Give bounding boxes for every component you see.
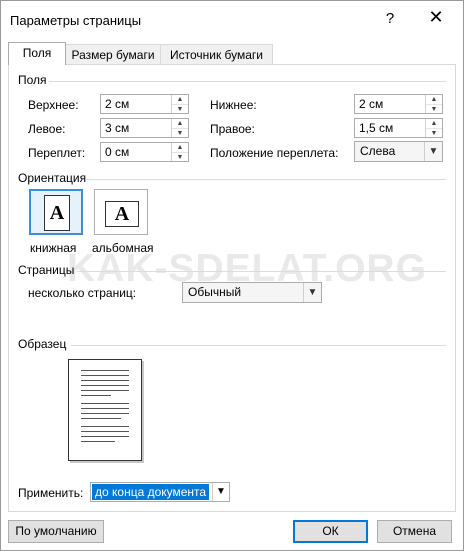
apply-to-value: до конца документа	[92, 484, 210, 500]
preview-line	[81, 375, 129, 376]
multiple-pages-select[interactable]: Обычный ▼	[182, 282, 322, 303]
tab-margins[interactable]: Поля	[8, 42, 66, 65]
multiple-pages-label: несколько страниц:	[28, 286, 137, 300]
left-margin-value: 3 см	[105, 121, 130, 135]
chevron-down-icon[interactable]: ▼	[212, 483, 229, 501]
chevron-down-icon[interactable]: ▼	[424, 142, 442, 161]
right-margin-spinner[interactable]: ▲ ▼	[425, 119, 442, 137]
right-margin-label: Правое:	[210, 122, 255, 136]
top-margin-spinner[interactable]: ▲ ▼	[171, 95, 188, 113]
preview-line	[81, 431, 129, 432]
portrait-page-icon: A	[44, 195, 70, 231]
preview-divider	[71, 345, 446, 346]
pages-divider	[77, 271, 446, 272]
portrait-label: книжная	[30, 241, 77, 255]
tab-paper-source[interactable]: Источник бумаги	[160, 44, 273, 65]
preview-line	[81, 441, 115, 442]
preview-line	[81, 395, 111, 396]
orientation-divider	[87, 179, 446, 180]
spin-up-icon[interactable]: ▲	[172, 95, 188, 104]
margins-divider	[49, 81, 446, 82]
landscape-button[interactable]: A	[94, 189, 148, 235]
gutter-position-select[interactable]: Слева ▼	[354, 141, 443, 162]
cancel-button[interactable]: Отмена	[377, 520, 452, 543]
multiple-pages-value: Обычный	[188, 285, 242, 299]
spin-down-icon[interactable]: ▼	[426, 128, 442, 138]
gutter-spinner[interactable]: ▲ ▼	[171, 143, 188, 161]
landscape-label: альбомная	[92, 241, 154, 255]
apply-to-label: Применить:	[18, 486, 84, 500]
spin-up-icon[interactable]: ▲	[172, 143, 188, 152]
bottom-margin-label: Нижнее:	[210, 98, 257, 112]
gutter-field[interactable]: 0 см ▲ ▼	[100, 142, 189, 162]
preview-page	[68, 359, 142, 461]
window-title: Параметры страницы	[10, 13, 142, 28]
spin-up-icon[interactable]: ▲	[426, 95, 442, 104]
left-margin-spinner[interactable]: ▲ ▼	[171, 119, 188, 137]
spin-down-icon[interactable]: ▼	[426, 104, 442, 114]
preview-line	[81, 385, 129, 386]
landscape-page-icon: A	[105, 201, 139, 227]
preview-line	[81, 390, 129, 391]
portrait-button[interactable]: A	[29, 189, 83, 235]
bottom-margin-field[interactable]: 2 см ▲ ▼	[354, 94, 443, 114]
left-margin-field[interactable]: 3 см ▲ ▼	[100, 118, 189, 138]
preview-section-label: Образец	[18, 337, 67, 351]
preview-line	[81, 418, 121, 419]
page-setup-dialog: Параметры страницы ? ✕ Поля Размер бумаг…	[0, 0, 464, 551]
preview-line	[81, 370, 129, 371]
preview-line	[81, 380, 129, 381]
preview-line	[81, 413, 129, 414]
title-bar: Параметры страницы ? ✕	[1, 1, 463, 37]
right-margin-value: 1,5 см	[359, 121, 394, 135]
orientation-section-label: Ориентация	[18, 171, 87, 185]
top-margin-label: Верхнее:	[28, 98, 79, 112]
gutter-label: Переплет:	[28, 146, 86, 160]
left-margin-label: Левое:	[28, 122, 66, 136]
help-icon[interactable]: ?	[382, 10, 398, 27]
ok-button[interactable]: ОК	[293, 520, 368, 543]
bottom-margin-value: 2 см	[359, 97, 384, 111]
spin-down-icon[interactable]: ▼	[172, 104, 188, 114]
apply-to-select[interactable]: до конца документа ▼	[90, 482, 230, 502]
set-default-button[interactable]: По умолчанию	[8, 520, 104, 543]
preview-line	[81, 436, 129, 437]
pages-section-label: Страницы	[18, 263, 75, 277]
preview-line	[81, 426, 129, 427]
margins-section-label: Поля	[18, 73, 47, 87]
preview-line	[81, 408, 129, 409]
gutter-position-label: Положение переплета:	[210, 146, 339, 160]
close-icon[interactable]: ✕	[427, 7, 445, 28]
spin-up-icon[interactable]: ▲	[426, 119, 442, 128]
preview-line	[81, 403, 129, 404]
tab-paper-size[interactable]: Размер бумаги	[65, 44, 161, 65]
spin-up-icon[interactable]: ▲	[172, 119, 188, 128]
top-margin-field[interactable]: 2 см ▲ ▼	[100, 94, 189, 114]
chevron-down-icon[interactable]: ▼	[303, 283, 321, 302]
top-margin-value: 2 см	[105, 97, 130, 111]
spin-down-icon[interactable]: ▼	[172, 128, 188, 138]
gutter-value: 0 см	[105, 145, 130, 159]
gutter-position-value: Слева	[360, 144, 396, 158]
bottom-margin-spinner[interactable]: ▲ ▼	[425, 95, 442, 113]
spin-down-icon[interactable]: ▼	[172, 152, 188, 162]
right-margin-field[interactable]: 1,5 см ▲ ▼	[354, 118, 443, 138]
